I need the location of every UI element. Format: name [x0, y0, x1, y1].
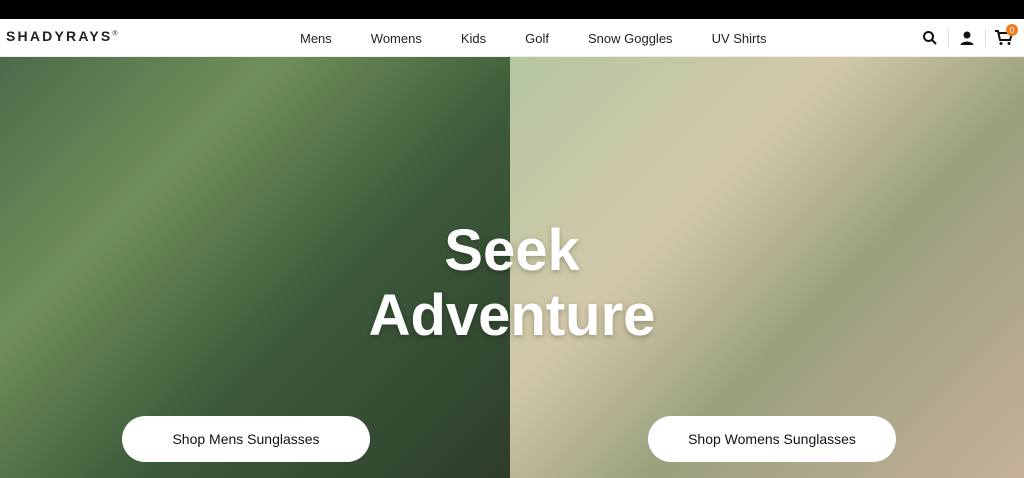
- nav-item-womens[interactable]: Womens: [371, 31, 422, 46]
- header-divider: [948, 29, 949, 47]
- registered-mark: ®: [112, 30, 118, 38]
- cart-icon[interactable]: 0: [994, 24, 1018, 48]
- main-nav: Mens Womens Kids Golf Snow Goggles UV Sh…: [300, 19, 805, 57]
- header-icons: 0: [920, 19, 1018, 57]
- cart-count-badge: 0: [1006, 24, 1018, 36]
- hero-title-line1: Seek: [444, 218, 580, 283]
- nav-item-snow-goggles[interactable]: Snow Goggles: [588, 31, 673, 46]
- nav-item-mens[interactable]: Mens: [300, 31, 332, 46]
- hero-title-line2: Adventure: [368, 283, 656, 348]
- header-divider: [985, 29, 986, 47]
- hero-banner: Seek Adventure Shop Mens Sunglasses Shop…: [0, 57, 1024, 478]
- site-header: SHADYRAYS® Mens Womens Kids Golf Snow Go…: [0, 19, 1024, 57]
- brand-name: SHADYRAYS: [6, 28, 113, 44]
- shop-womens-button[interactable]: Shop Womens Sunglasses: [648, 416, 896, 462]
- search-icon[interactable]: [920, 28, 940, 48]
- shop-mens-button[interactable]: Shop Mens Sunglasses: [122, 416, 370, 462]
- nav-item-kids[interactable]: Kids: [461, 31, 486, 46]
- account-icon[interactable]: [957, 28, 977, 48]
- nav-item-uv-shirts[interactable]: UV Shirts: [712, 31, 767, 46]
- brand-logo[interactable]: SHADYRAYS®: [6, 28, 118, 44]
- nav-item-golf[interactable]: Golf: [525, 31, 549, 46]
- announcement-bar: [0, 0, 1024, 19]
